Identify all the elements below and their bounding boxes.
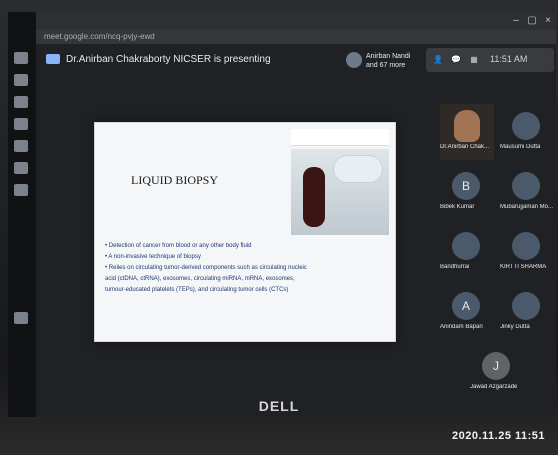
bullet: • A non-invasive technique of biopsy [105, 254, 201, 260]
app-icon[interactable] [14, 162, 28, 174]
bullet: • Detection of cancer from blood or any … [105, 243, 252, 249]
chat-icon[interactable]: 💬 [450, 54, 462, 66]
address-bar[interactable]: meet.google.com/ncq-pvjy-ewd [36, 30, 556, 44]
notification-icon[interactable] [14, 312, 28, 324]
avatar [512, 112, 540, 140]
activities-icon[interactable]: ▦ [468, 54, 480, 66]
bullet: • Relies on circulating tumor-derived co… [105, 265, 307, 271]
slide-bullets: • Detection of cancer from blood or any … [105, 241, 385, 296]
participant-tile[interactable]: B Bibek Kumar [440, 164, 494, 220]
participant-tile[interactable]: J Jawad Azgarzade [470, 344, 524, 400]
close-icon[interactable]: × [542, 16, 554, 26]
start-icon[interactable] [14, 52, 28, 64]
slide-title: LIQUID BIOPSY [131, 173, 218, 187]
bullet: acid (ctDNA, ctRNA), exosomes, circulati… [105, 276, 295, 282]
meet-area: Dr.Anirban Chakraborty NICSER is present… [36, 44, 556, 417]
avatar [512, 172, 540, 200]
app-icon[interactable] [14, 140, 28, 152]
meet-toolbar: 👤 💬 ▦ 11:51 AM [426, 48, 554, 72]
bullet: tumour-educated platelets (TEPs), and ci… [105, 287, 289, 293]
avatar: A [452, 292, 480, 320]
minimize-icon[interactable]: – [510, 16, 522, 26]
avatar [346, 52, 362, 68]
participant-tiles: Dr.Anirban Chak... Mausumi Dutta B Bibek… [440, 104, 556, 404]
folder-icon[interactable] [14, 118, 28, 130]
taskbar [8, 12, 36, 417]
avatar: J [482, 352, 510, 380]
avatar [452, 232, 480, 260]
app-icon[interactable] [14, 184, 28, 196]
people-icon[interactable]: 👤 [432, 54, 444, 66]
participants-chip[interactable]: Anirban Nandi and 67 more [346, 50, 416, 74]
search-icon[interactable] [14, 74, 28, 86]
participant-tile[interactable]: Jinky Dutta [500, 284, 554, 340]
browser-window: – ▢ × meet.google.com/ncq-pvjy-ewd Dr.An… [36, 12, 556, 417]
monitor: – ▢ × meet.google.com/ncq-pvjy-ewd Dr.An… [0, 0, 558, 455]
avatar [512, 232, 540, 260]
participant-tile[interactable]: Dr.Anirban Chak... [440, 104, 494, 160]
chrome-icon[interactable] [14, 96, 28, 108]
present-icon [46, 54, 60, 65]
participant-tile[interactable]: Mausumi Dutta [500, 104, 554, 160]
blood-tube-image [303, 167, 325, 227]
slide-photo [291, 149, 389, 235]
avatar [454, 110, 480, 142]
glove-image [333, 155, 383, 183]
participant-tile[interactable]: Bandhurrai [440, 224, 494, 280]
presentation-slide: LIQUID BIOPSY • Detection of cancer from… [94, 122, 396, 342]
screen: – ▢ × meet.google.com/ncq-pvjy-ewd Dr.An… [8, 12, 556, 417]
presenter-banner: Dr.Anirban Chakraborty NICSER is present… [46, 50, 346, 70]
participant-tile[interactable]: Mubarujjaman Mo... [500, 164, 554, 220]
avatar [512, 292, 540, 320]
monitor-brand-logo: DELL [258, 398, 300, 414]
participant-tile[interactable]: A Anindam Bapari [440, 284, 494, 340]
camera-timestamp: 2020.11.25 11:51 [452, 430, 546, 442]
maximize-icon[interactable]: ▢ [526, 16, 538, 26]
avatar: B [452, 172, 480, 200]
institution-logo [291, 129, 389, 146]
clock: 11:51 AM [490, 54, 528, 64]
titlebar: – ▢ × [36, 12, 556, 30]
participant-tile[interactable]: KIRTTI SHARMA [500, 224, 554, 280]
